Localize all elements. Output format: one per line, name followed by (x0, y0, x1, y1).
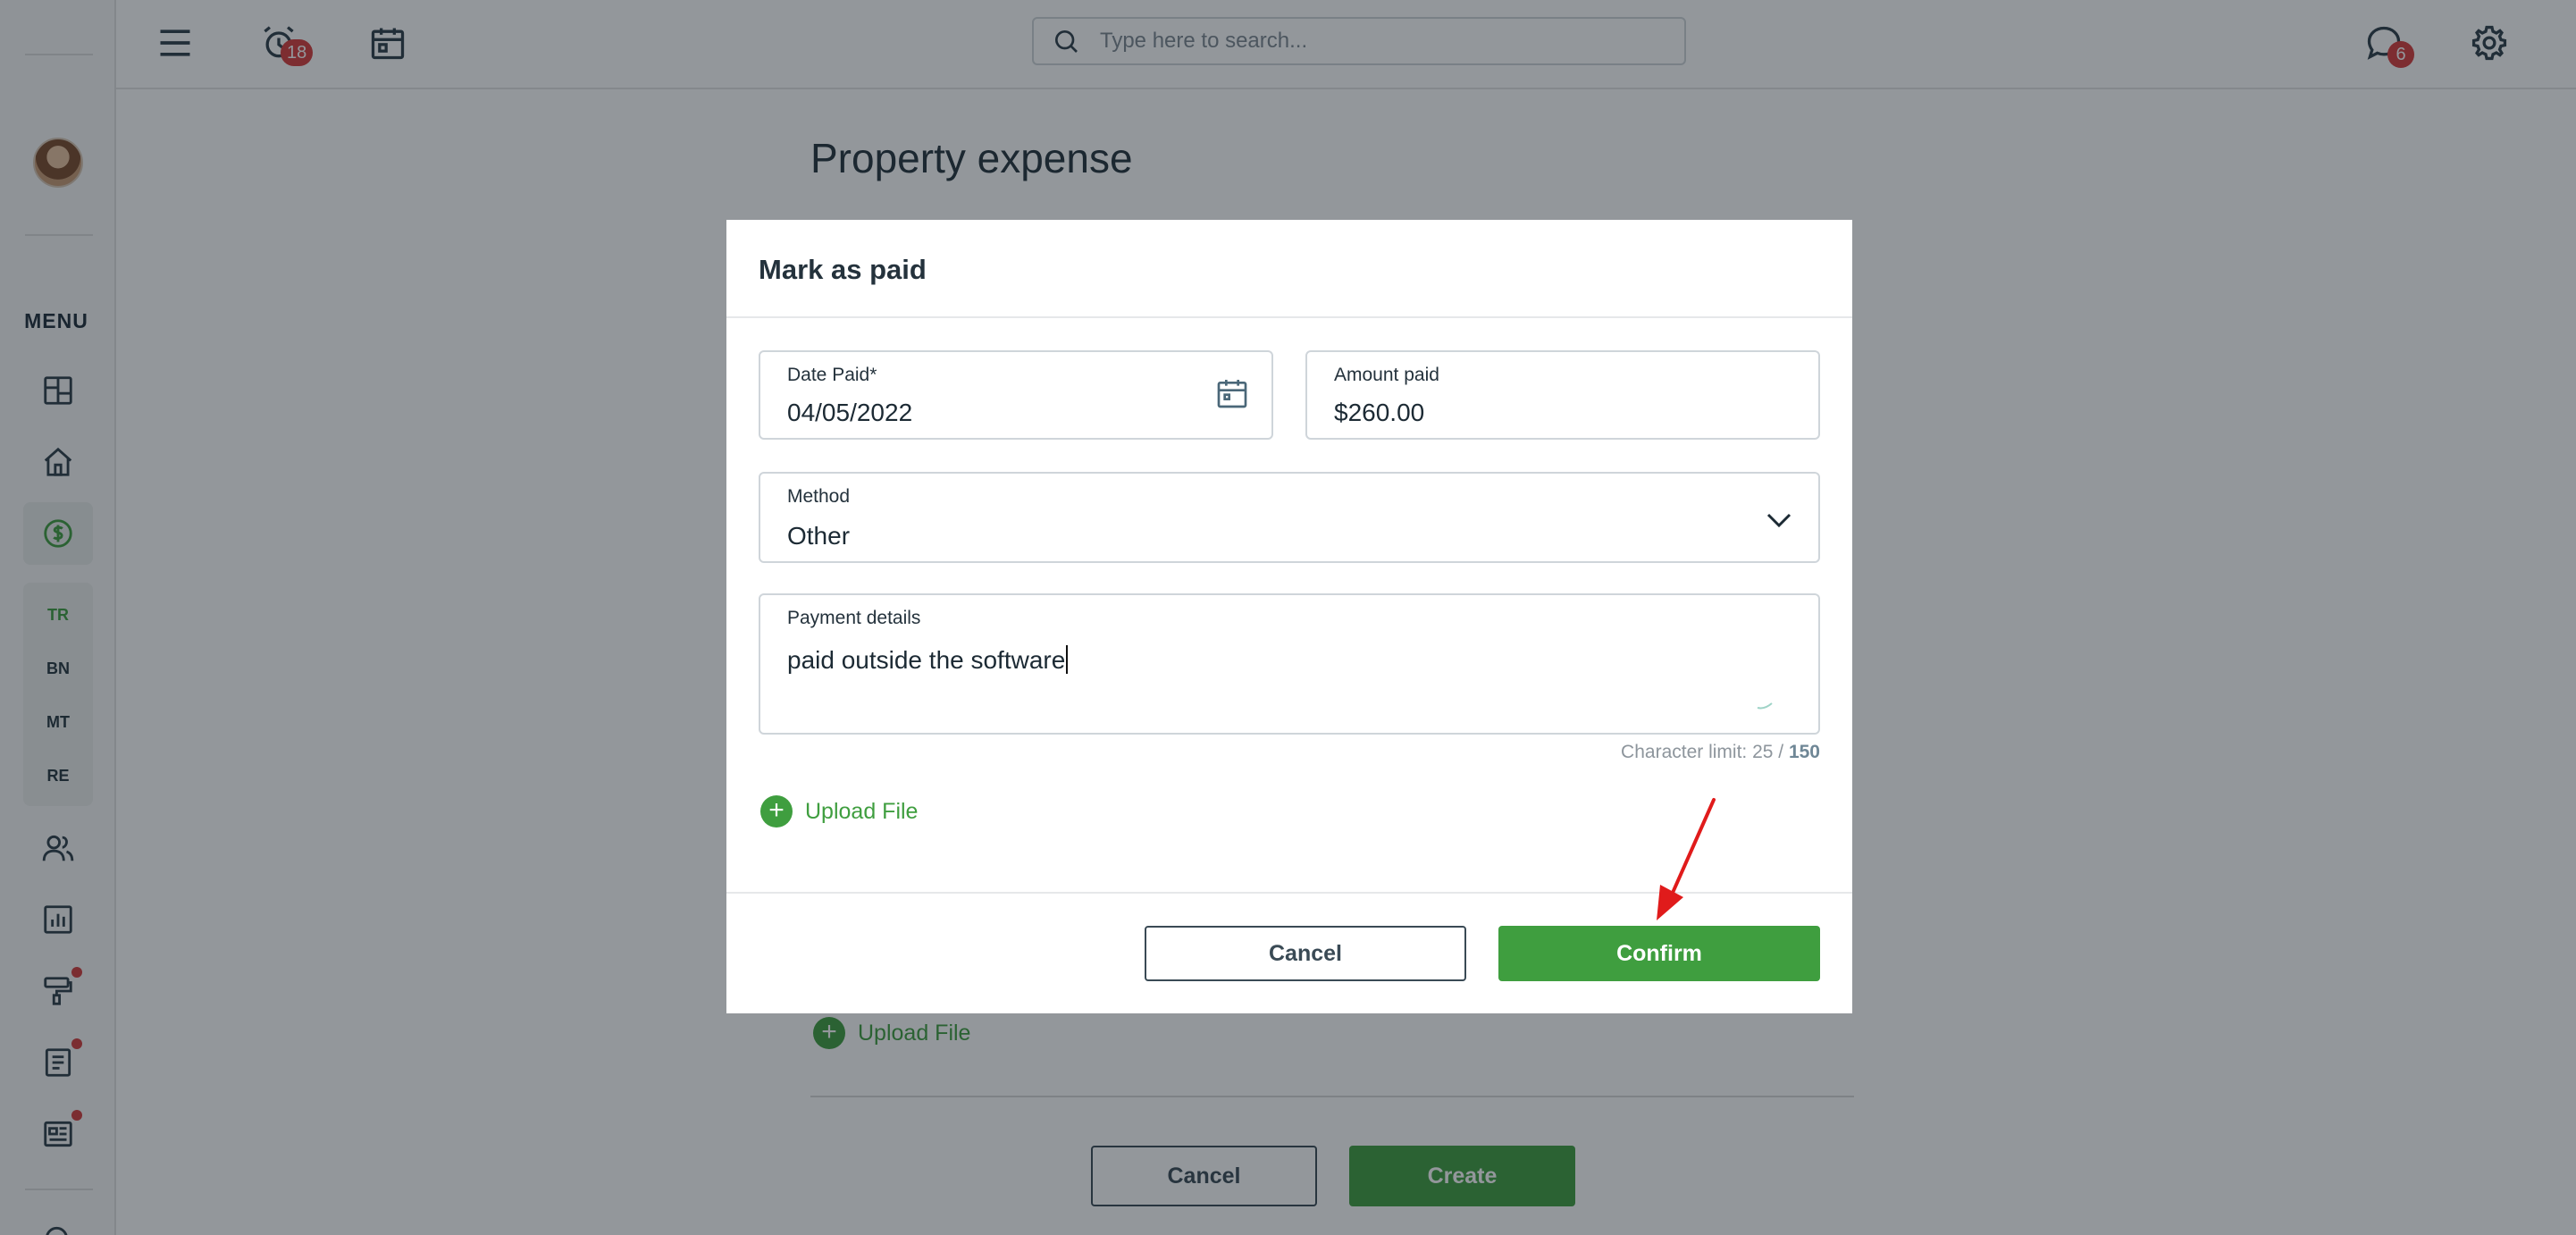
resize-handle-icon[interactable] (1756, 701, 1774, 710)
character-counter-text: Character limit: 25 / (1621, 742, 1789, 762)
character-counter: Character limit: 25 / 150 (1621, 742, 1820, 763)
amount-paid-field[interactable]: Amount paid $260.00 (1305, 350, 1820, 440)
confirm-button[interactable]: Confirm (1498, 926, 1820, 981)
date-paid-field[interactable]: Date Paid* 04/05/2022 (759, 350, 1273, 440)
amount-paid-label: Amount paid (1334, 365, 1439, 385)
method-select[interactable]: Method Other (759, 472, 1820, 563)
chevron-down-icon[interactable] (1763, 504, 1795, 536)
dialog-header: Mark as paid (726, 220, 1852, 318)
payment-details-label: Payment details (787, 608, 921, 628)
text-caret (1066, 645, 1069, 674)
cancel-button[interactable]: Cancel (1145, 926, 1466, 981)
annotation-arrow-icon (1657, 798, 1716, 920)
amount-paid-value[interactable]: $260.00 (1334, 399, 1424, 427)
calendar-icon[interactable] (1214, 375, 1250, 411)
character-counter-max: 150 (1788, 742, 1820, 762)
date-paid-value[interactable]: 04/05/2022 (787, 399, 912, 427)
payment-details-field[interactable]: Payment details paid outside the softwar… (759, 593, 1820, 735)
upload-file-button[interactable]: + Upload File (760, 795, 918, 828)
date-paid-label: Date Paid* (787, 365, 877, 385)
plus-circle-icon: + (760, 795, 793, 828)
payment-details-textarea[interactable]: paid outside the software (787, 645, 1069, 675)
method-value[interactable]: Other (787, 522, 850, 550)
method-label: Method (787, 486, 851, 507)
dialog-title: Mark as paid (759, 254, 927, 285)
payment-details-text: paid outside the software (787, 646, 1066, 674)
upload-file-label: Upload File (805, 798, 919, 824)
